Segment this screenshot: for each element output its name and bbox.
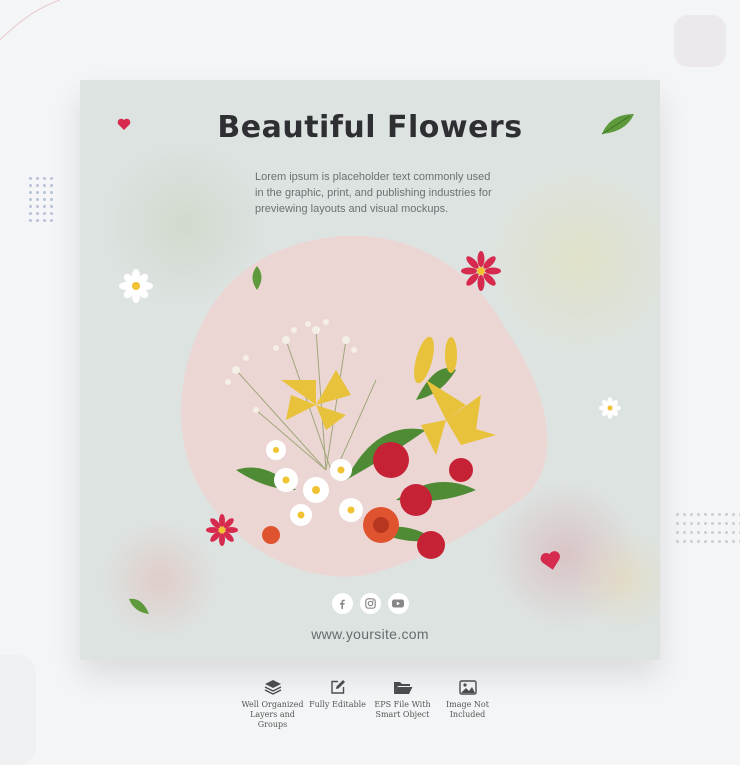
facebook-button[interactable] [331, 593, 353, 614]
youtube-icon [392, 599, 404, 608]
decorative-square [674, 15, 726, 67]
faded-flower [580, 520, 660, 640]
daisy-icon [599, 397, 621, 419]
daisy-icon [119, 269, 153, 303]
decorative-curve [0, 0, 61, 41]
feature-label: Well Organized Layers and Groups [241, 700, 304, 729]
feature-label: EPS File With Smart Object [374, 700, 431, 719]
leaf-icon [252, 266, 262, 290]
red-flower-icon [206, 514, 238, 546]
heart-icon [540, 551, 560, 570]
feature-list: Well Organized Layers and Groups Fully E… [240, 673, 500, 730]
facebook-icon [340, 599, 345, 609]
social-links [80, 593, 660, 614]
layers-icon [264, 680, 281, 695]
leaf-icon [601, 114, 634, 135]
feature-item: Fully Editable [305, 673, 370, 730]
dot-pattern [29, 177, 53, 222]
instagram-icon [364, 598, 376, 609]
image-icon [458, 680, 477, 695]
edit-icon [330, 680, 345, 694]
heart-icon [117, 118, 131, 130]
instagram-button[interactable] [359, 593, 381, 614]
social-post-card: Beautiful Flowers Lorem ipsum is placeho… [80, 80, 660, 660]
feature-label: Fully Editable [309, 700, 366, 709]
website-link[interactable]: www.yoursite.com [80, 626, 660, 642]
dot-pattern [676, 513, 740, 543]
feature-label: Image Not Included [446, 700, 489, 719]
decorative-square [0, 655, 36, 765]
post-description: Lorem ipsum is placeholder text commonly… [255, 171, 492, 215]
feature-item: Well Organized Layers and Groups [240, 673, 305, 730]
red-flower-icon [461, 251, 501, 291]
post-title: Beautiful Flowers [217, 110, 523, 145]
feature-item: Image Not Included [435, 673, 500, 730]
folder-icon [393, 682, 412, 694]
youtube-button[interactable] [387, 593, 409, 614]
feature-item: EPS File With Smart Object [370, 673, 435, 730]
